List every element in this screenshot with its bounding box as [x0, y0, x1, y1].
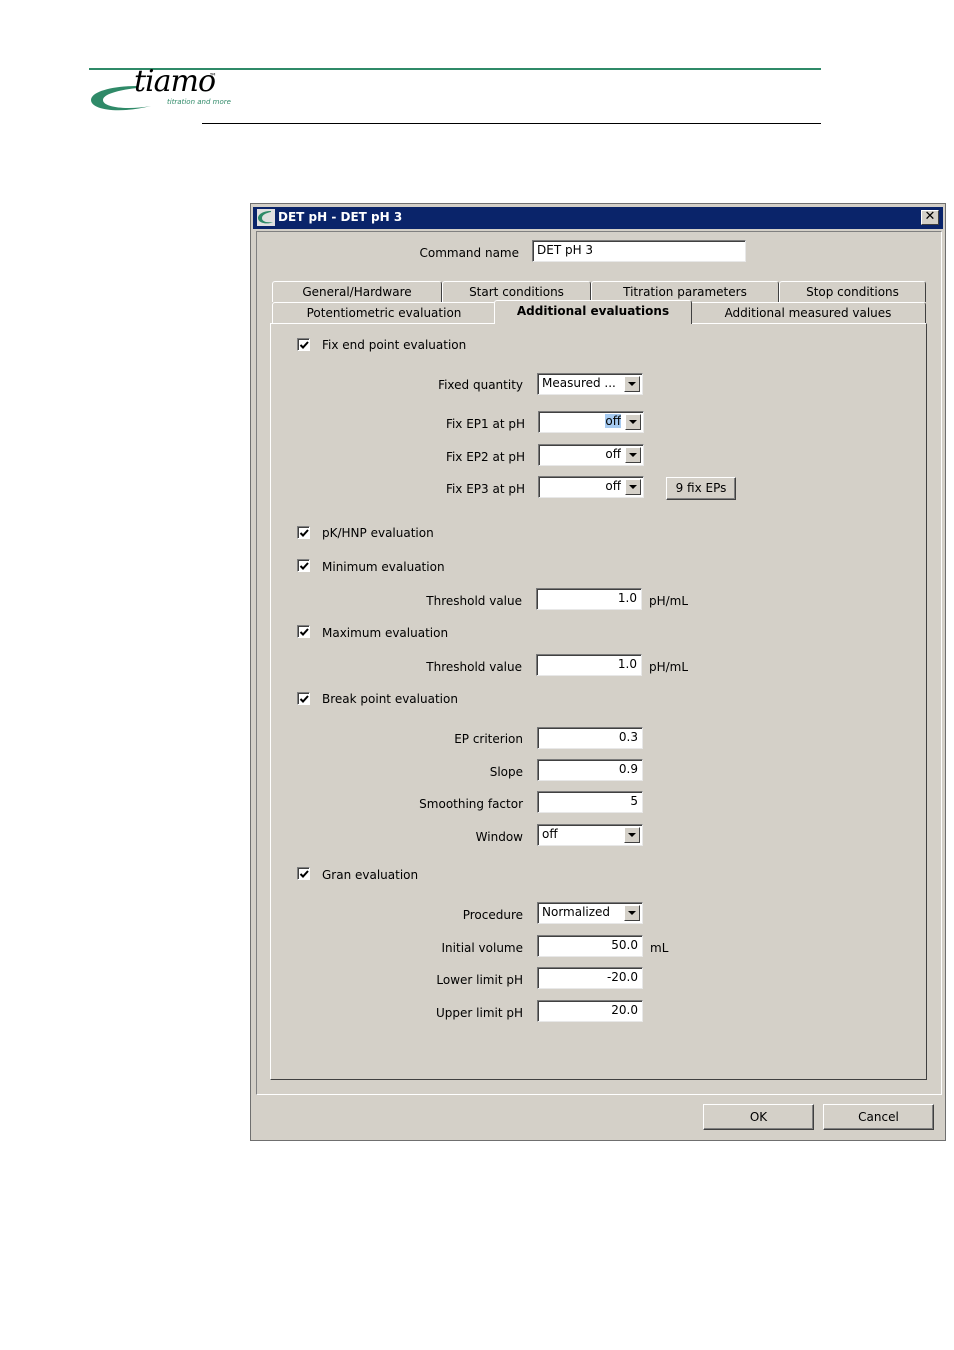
fix-ep-label: Fix end point evaluation	[322, 338, 467, 352]
maximum-eval-checkbox[interactable]	[297, 625, 310, 638]
fixed-quantity-label: Fixed quantity	[438, 378, 523, 392]
break-point-checkbox[interactable]	[297, 692, 310, 705]
ok-button[interactable]: OK	[703, 1104, 814, 1130]
checkmark-icon	[299, 628, 309, 636]
maximum-threshold-label: Threshold value	[426, 660, 522, 674]
maximum-threshold-input[interactable]: 1.0	[536, 654, 642, 676]
break-point-label: Break point evaluation	[322, 692, 458, 706]
command-name-input[interactable]: DET pH 3	[532, 240, 746, 262]
smoothing-factor-input[interactable]: 5	[537, 791, 643, 813]
fixed-quantity-select[interactable]: Measured ...	[537, 373, 643, 395]
checkmark-icon	[299, 562, 309, 570]
tab-general-hardware[interactable]: General/Hardware	[272, 281, 442, 302]
minimum-eval-checkbox[interactable]	[297, 559, 310, 572]
app-icon	[257, 209, 275, 226]
initial-volume-unit: mL	[650, 941, 669, 955]
chevron-down-icon[interactable]	[625, 414, 641, 430]
dialog-title: DET pH - DET pH 3	[278, 210, 403, 224]
checkmark-icon	[299, 695, 309, 703]
lower-limit-input[interactable]: -20.0	[537, 967, 643, 989]
upper-limit-input[interactable]: 20.0	[537, 1000, 643, 1022]
logo-trademark: ™	[209, 72, 217, 81]
ep-criterion-input[interactable]: 0.3	[537, 727, 643, 749]
initial-volume-input[interactable]: 50.0	[537, 935, 643, 957]
logo-tagline: titration and more	[167, 98, 231, 106]
chevron-down-icon[interactable]	[625, 447, 641, 463]
fix-ep1-label: Fix EP1 at pH	[445, 417, 525, 431]
gran-eval-label: Gran evaluation	[322, 868, 419, 882]
procedure-value: Normalized	[542, 905, 611, 919]
fix-ep2-select[interactable]: off	[538, 444, 644, 466]
window-select[interactable]: off	[537, 824, 643, 846]
tab-start-conditions[interactable]: Start conditions	[442, 281, 591, 302]
minimum-threshold-label: Threshold value	[426, 594, 522, 608]
upper-limit-label: Upper limit pH	[436, 1006, 523, 1020]
ep-criterion-label: EP criterion	[454, 732, 523, 746]
tab-stop-conditions[interactable]: Stop conditions	[779, 281, 926, 302]
fixed-quantity-value: Measured ...	[542, 376, 616, 390]
tiamo-logo: tiamo ™ titration and more	[89, 64, 239, 120]
close-button[interactable]: ✕	[921, 210, 939, 225]
chevron-down-icon[interactable]	[624, 376, 640, 392]
checkmark-icon	[299, 870, 309, 878]
window-label: Window	[475, 830, 523, 844]
fix-ep2-label: Fix EP2 at pH	[445, 450, 525, 464]
nine-fix-eps-button[interactable]: 9 fix EPs	[666, 477, 736, 500]
smoothing-factor-label: Smoothing factor	[419, 797, 523, 811]
gran-eval-checkbox[interactable]	[297, 867, 310, 880]
procedure-label: Procedure	[462, 908, 523, 922]
logo-wordmark: tiamo	[134, 64, 216, 99]
tab-titration-parameters[interactable]: Titration parameters	[591, 281, 779, 302]
chevron-down-icon[interactable]	[625, 479, 641, 495]
maximum-threshold-unit: pH/mL	[649, 660, 689, 674]
tab-additional-measured-values[interactable]: Additional measured values	[690, 302, 926, 323]
chevron-down-icon[interactable]	[624, 827, 640, 843]
chevron-down-icon[interactable]	[624, 905, 640, 921]
close-icon: ✕	[924, 209, 936, 224]
procedure-select[interactable]: Normalized	[537, 902, 643, 924]
minimum-threshold-unit: pH/mL	[649, 594, 689, 608]
fix-ep1-select[interactable]: off	[538, 411, 644, 433]
minimum-eval-label: Minimum evaluation	[322, 560, 445, 574]
slope-input[interactable]: 0.9	[537, 759, 643, 781]
tab-potentiometric-evaluation[interactable]: Potentiometric evaluation	[272, 302, 496, 323]
pk-hnp-label: pK/HNP evaluation	[322, 526, 434, 540]
pk-hnp-checkbox[interactable]	[297, 526, 310, 539]
fix-ep3-select[interactable]: off	[538, 476, 644, 498]
fix-ep2-value: off	[605, 447, 621, 461]
fix-ep3-value: off	[605, 479, 621, 493]
lower-limit-label: Lower limit pH	[436, 973, 523, 987]
command-name-label: Command name	[419, 246, 519, 260]
initial-volume-label: Initial volume	[441, 941, 523, 955]
header-rule-bottom	[202, 123, 821, 124]
fix-ep1-value: off	[605, 414, 621, 428]
checkmark-icon	[299, 341, 309, 349]
maximum-eval-label: Maximum evaluation	[322, 626, 449, 640]
fix-ep-checkbox[interactable]	[297, 338, 310, 351]
cancel-button[interactable]: Cancel	[823, 1104, 934, 1130]
minimum-threshold-input[interactable]: 1.0	[536, 588, 642, 610]
tab-additional-evaluations[interactable]: Additional evaluations	[494, 300, 692, 324]
window-value: off	[542, 827, 558, 841]
slope-label: Slope	[489, 765, 523, 779]
checkmark-icon	[299, 529, 309, 537]
fix-ep3-label: Fix EP3 at pH	[445, 482, 525, 496]
